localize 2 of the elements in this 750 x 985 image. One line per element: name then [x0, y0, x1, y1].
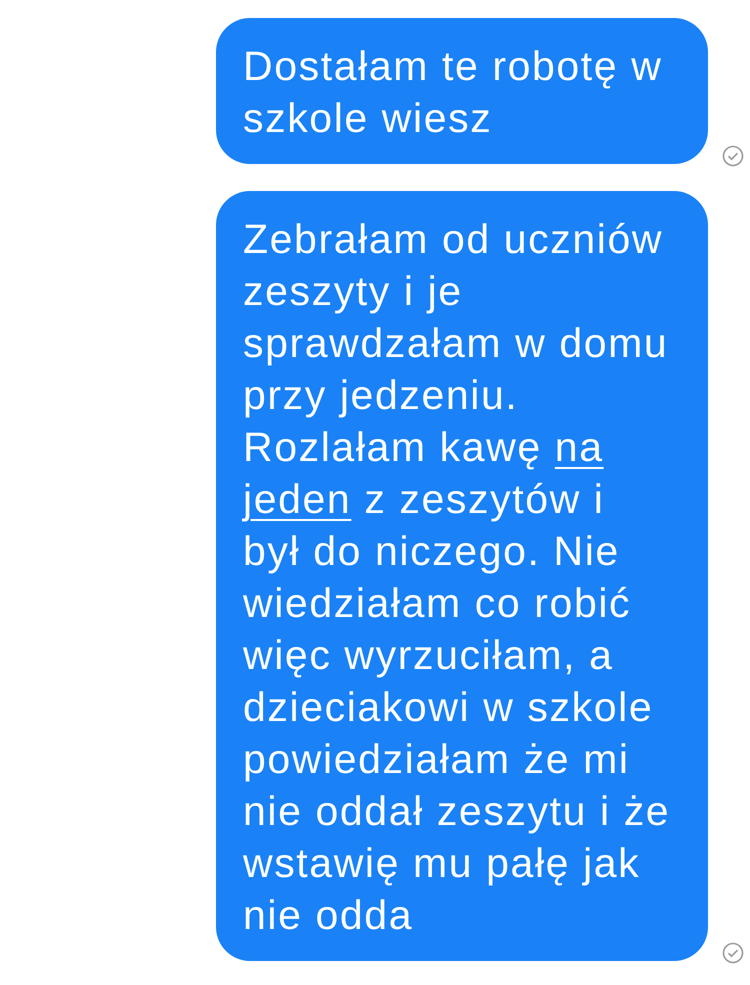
message-bubble: Dostałam te robotę w szkole wiesz — [216, 18, 708, 164]
message-bubble: Zebrałam od uczniów zeszyty i je sprawdzałam w domu przy jedzeniu. Rozlałam kawę na jeden z zeszytów i był do niczego. Nie wiedziałam co robić więc wyrzuciłam, a dzieciakowi w szkole powiedziałam że mi nie oddał zeszytu i że wstawię mu pałę jak nie odda — [216, 191, 708, 961]
